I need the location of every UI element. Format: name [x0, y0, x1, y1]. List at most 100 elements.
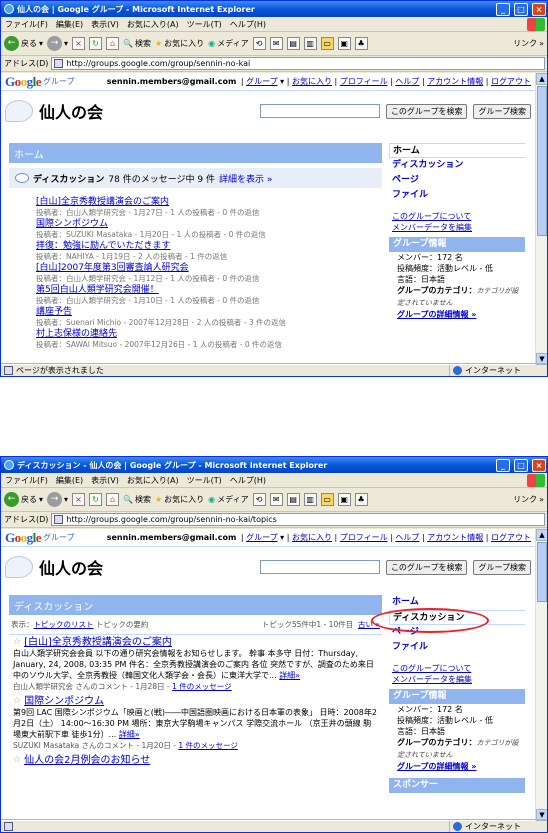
group-details-link[interactable]: グループの詳細情報 » [389, 309, 525, 320]
about-group-link[interactable]: このグループについて [389, 211, 525, 222]
group-search-input[interactable] [259, 560, 380, 574]
search-button[interactable]: 🔍 検索 [123, 38, 151, 49]
link-profile[interactable]: プロフィール [340, 533, 388, 542]
search-groups-button[interactable]: グループ検索 [473, 559, 531, 575]
links-button[interactable]: リンク» [513, 38, 544, 49]
forward-button[interactable]: → ▾ [47, 492, 68, 507]
star-icon[interactable]: ☆ [13, 696, 21, 707]
minimize-button[interactable]: _ [496, 458, 510, 472]
messages-link[interactable]: 1 件のメッセージ [178, 741, 238, 750]
link-groups[interactable]: グループ [246, 533, 278, 542]
nav-discussions[interactable]: ディスカッション [389, 158, 525, 173]
edit-member-data-link[interactable]: メンバーデータを編集 [389, 674, 525, 685]
nav-files[interactable]: ファイル [389, 640, 525, 655]
edit-icon[interactable]: ▥ [303, 37, 317, 50]
messages-link[interactable]: 1 件のメッセージ [172, 682, 232, 691]
maximize-button[interactable]: □ [514, 458, 528, 472]
vertical-scrollbar[interactable]: ▲ ▼ [535, 73, 547, 365]
post-title[interactable]: 国際シンポジウム [24, 696, 104, 707]
topic-title[interactable]: 講座予告 [36, 306, 382, 318]
scroll-up-icon[interactable]: ▲ [536, 73, 547, 85]
menu-favorites[interactable]: お気に入り(A) [127, 19, 179, 30]
mail-icon[interactable]: ✉ [269, 493, 283, 506]
menu-file[interactable]: ファイル(F) [5, 19, 48, 30]
back-button[interactable]: ← 戻る ▾ [4, 492, 43, 507]
link-logout[interactable]: ログアウト [491, 533, 531, 542]
link-favorites[interactable]: お気に入り [292, 77, 332, 86]
media-button[interactable]: ◉ メディア [208, 38, 248, 49]
menu-view[interactable]: 表示(V) [91, 19, 119, 30]
topic-title[interactable]: 拝復：勉強に励んでいただきます [36, 240, 382, 252]
favorites-button[interactable]: ★ お気に入り [155, 38, 204, 49]
menu-tools[interactable]: ツール(T) [187, 475, 222, 486]
refresh-icon[interactable]: ↻ [89, 493, 103, 506]
topic-title[interactable]: 国際シンポジウム [36, 218, 382, 230]
history-icon[interactable]: ⟲ [252, 493, 266, 506]
title-bar[interactable]: ディスカッション - 仙人の会 | Google グループ - Microsof… [1, 457, 547, 473]
vertical-scrollbar[interactable]: ▲ ▼ [535, 529, 547, 821]
group-details-link[interactable]: グループの詳細情報 » [389, 761, 525, 772]
link-favorites[interactable]: お気に入り [292, 533, 332, 542]
menu-view[interactable]: 表示(V) [91, 475, 119, 486]
history-icon[interactable]: ⟲ [252, 37, 266, 50]
show-details-link[interactable]: 詳細を表示 » [219, 172, 272, 185]
topic-title[interactable]: [白山]全京秀教授講演会のご案内 [36, 196, 382, 208]
post-title[interactable]: [白山]全京秀教授講演会のご案内 [24, 637, 172, 648]
nav-files[interactable]: ファイル [389, 188, 525, 203]
search-groups-button[interactable]: グループ検索 [473, 103, 531, 119]
google-logo[interactable]: Google [5, 530, 42, 546]
edit-icon[interactable]: ▥ [303, 493, 317, 506]
search-button[interactable]: 🔍 検索 [123, 494, 151, 505]
favorites-button[interactable]: ★ お気に入り [155, 494, 204, 505]
home-icon[interactable]: ⌂ [106, 493, 120, 506]
search-this-group-button[interactable]: このグループを検索 [385, 103, 468, 119]
menu-favorites[interactable]: お気に入り(A) [127, 475, 179, 486]
scroll-up-icon[interactable]: ▲ [536, 529, 547, 541]
folder-icon[interactable]: ▭ [320, 37, 334, 50]
menu-tools[interactable]: ツール(T) [187, 19, 222, 30]
group-search-input[interactable] [259, 104, 380, 118]
menu-edit[interactable]: 編集(E) [56, 475, 83, 486]
forward-button[interactable]: → ▾ [47, 36, 68, 51]
print-icon[interactable]: ▤ [286, 37, 300, 50]
discuss-icon[interactable]: ▣ [337, 493, 351, 506]
menu-help[interactable]: ヘルプ(H) [230, 19, 266, 30]
refresh-icon[interactable]: ↻ [89, 37, 103, 50]
address-input[interactable]: http://groups.google.com/group/sennin-no… [51, 513, 545, 526]
link-groups[interactable]: グループ [246, 77, 278, 86]
about-group-link[interactable]: このグループについて [389, 663, 525, 674]
print-icon[interactable]: ▤ [286, 493, 300, 506]
link-logout[interactable]: ログアウト [491, 77, 531, 86]
nav-home[interactable]: ホーム [389, 143, 525, 158]
stop-icon[interactable]: × [72, 37, 86, 50]
home-icon[interactable]: ⌂ [106, 37, 120, 50]
link-account[interactable]: アカウント情報 [427, 533, 483, 542]
maximize-button[interactable]: □ [514, 2, 528, 16]
search-this-group-button[interactable]: このグループを検索 [385, 559, 468, 575]
stop-icon[interactable]: × [72, 493, 86, 506]
title-bar[interactable]: 仙人の会 | Google グループ - Microsoft Internet … [1, 1, 547, 17]
messenger-icon[interactable]: ♣ [354, 37, 368, 50]
topic-title[interactable]: [白山]2007年度第3回審査論人研究会 [36, 262, 382, 274]
close-button[interactable]: × [532, 458, 546, 472]
topic-title[interactable]: 第5回白山人類学研究会開催！ [36, 284, 382, 296]
post-title[interactable]: 仙人の会2月例会のお知らせ [24, 755, 150, 766]
topic-list-link[interactable]: トピックのリスト [34, 619, 94, 630]
scroll-thumb[interactable] [537, 542, 547, 602]
scroll-thumb[interactable] [537, 86, 547, 236]
mail-icon[interactable]: ✉ [269, 37, 283, 50]
topic-title[interactable]: 村上志保様の連絡先 [36, 328, 382, 340]
close-button[interactable]: × [532, 2, 546, 16]
menu-help[interactable]: ヘルプ(H) [230, 475, 266, 486]
edit-member-data-link[interactable]: メンバーデータを編集 [389, 222, 525, 233]
link-help[interactable]: ヘルプ [395, 533, 419, 542]
link-account[interactable]: アカウント情報 [427, 77, 483, 86]
nav-pages[interactable]: ページ [389, 173, 525, 188]
link-help[interactable]: ヘルプ [395, 77, 419, 86]
back-button[interactable]: ← 戻る ▾ [4, 36, 43, 51]
link-profile[interactable]: プロフィール [340, 77, 388, 86]
media-button[interactable]: ◉ メディア [208, 494, 248, 505]
more-link[interactable]: 詳細» [119, 730, 140, 739]
more-link[interactable]: 詳細» [279, 671, 300, 680]
menu-file[interactable]: ファイル(F) [5, 475, 48, 486]
